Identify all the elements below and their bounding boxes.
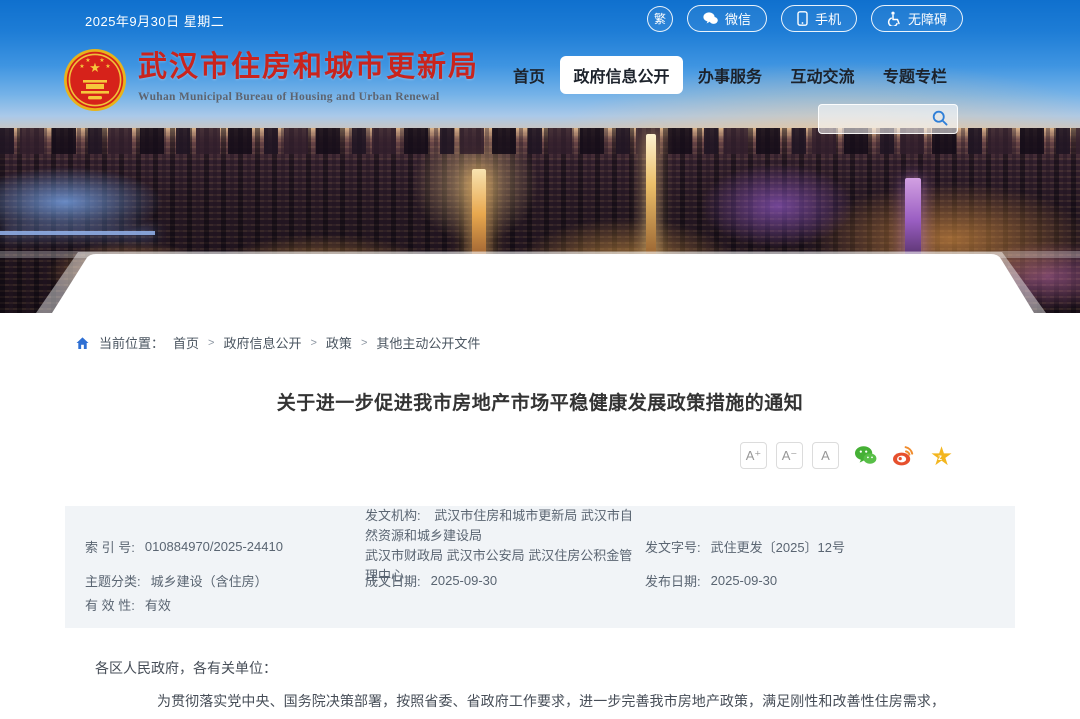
home-icon — [75, 336, 90, 350]
wechat-share-icon[interactable] — [854, 444, 877, 467]
svg-text:★: ★ — [99, 57, 104, 64]
article-page: 当前位置： 首页 > 政府信息公开 > 政策 > 其他主动公开文件 关于进一步促… — [65, 333, 1015, 719]
body-paragraph: 为贯彻落实党中央、国务院决策部署，按照省委、省政府工作要求，进一步完善我市房地产… — [95, 687, 945, 719]
meta-column-1: 索 引 号: 010884970/2025-24410 主题分类: 城乡建设（含… — [85, 524, 365, 616]
body-salutation: 各区人民政府，各有关单位： — [95, 654, 945, 682]
breadcrumb-link-home[interactable]: 首页 — [173, 333, 199, 352]
article-toolbar: A⁺ A⁻ A — [65, 442, 1015, 469]
qzone-z-mark: z — [938, 453, 942, 462]
svg-text:★: ★ — [105, 63, 110, 70]
meta-label: 发文字号: — [645, 537, 701, 556]
breadcrumb-separator: > — [310, 337, 316, 349]
meta-value: 010884970/2025-24410 — [145, 539, 283, 554]
current-date: 2025年9月30日 星期二 — [85, 11, 224, 30]
banner-curve-shape — [0, 251, 1080, 313]
meta-value: 2025-09-30 — [431, 573, 498, 588]
article-body: 各区人民政府，各有关单位： 为贯彻落实党中央、国务院决策部署，按照省委、省政府工… — [65, 654, 1015, 719]
meta-label: 主题分类: — [85, 571, 141, 590]
meta-topic: 主题分类: 城乡建设（含住房） — [85, 568, 365, 592]
svg-text:★: ★ — [79, 63, 84, 70]
font-decrease-button[interactable]: A⁻ — [776, 442, 803, 469]
nav-item-interaction[interactable]: 互动交流 — [777, 56, 867, 94]
meta-value: 2025-09-30 — [711, 573, 778, 588]
meta-date-published: 发布日期: 2025-09-30 — [645, 568, 1015, 592]
qzone-share-icon[interactable]: ★ z — [930, 444, 953, 467]
nav-item-home[interactable]: 首页 — [500, 56, 558, 94]
meta-date-written: 成文日期: 2025-09-30 — [365, 568, 645, 592]
meta-label: 有 效 性: — [85, 595, 135, 614]
skyline-tower — [646, 134, 656, 259]
site-title: 武汉市住房和城市更新局 — [138, 48, 479, 86]
wechat-icon — [703, 12, 718, 25]
wechat-button[interactable]: 微信 — [687, 5, 767, 32]
meta-label: 索 引 号: — [85, 537, 135, 556]
traditional-chinese-button[interactable]: 繁 — [647, 6, 673, 32]
accessibility-button[interactable]: 无障碍 — [871, 5, 963, 32]
document-meta-box: 索 引 号: 010884970/2025-24410 主题分类: 城乡建设（含… — [65, 506, 1015, 628]
mobile-button[interactable]: 手机 — [781, 5, 857, 32]
nav-item-special-topics[interactable]: 专题专栏 — [870, 56, 960, 94]
svg-text:★: ★ — [85, 57, 90, 64]
wechat-label: 微信 — [725, 9, 751, 28]
meta-value: 有效 — [145, 595, 171, 614]
search-input[interactable] — [827, 112, 931, 127]
breadcrumb-link-gov-info[interactable]: 政府信息公开 — [223, 333, 301, 352]
nav-item-gov-info[interactable]: 政府信息公开 — [560, 56, 682, 94]
search-button[interactable] — [931, 109, 949, 130]
breadcrumb-link-other-docs[interactable]: 其他主动公开文件 — [376, 333, 480, 352]
skyline-bridge — [0, 231, 155, 235]
page: 2025年9月30日 星期二 繁 微信 手机 无障碍 — [0, 0, 1080, 719]
site-brand[interactable]: ★ ★ ★ ★ ★ 武汉市住房和城市更新局 Wuhan Municipal Bu… — [63, 48, 479, 117]
font-reset-button[interactable]: A — [812, 442, 839, 469]
meta-issuing-agency: 发文机构: 武汉市住房和城市更新局 武汉市自然资源和城乡建设局 武汉市财政局 武… — [365, 524, 645, 568]
search-box — [818, 104, 958, 134]
search-icon — [931, 109, 949, 130]
national-emblem-logo: ★ ★ ★ ★ ★ — [63, 48, 127, 117]
phone-icon — [797, 11, 808, 26]
article-title: 关于进一步促进我市房地产市场平稳健康发展政策措施的通知 — [65, 388, 1015, 415]
weibo-share-icon[interactable] — [892, 444, 915, 467]
breadcrumb: 当前位置： 首页 > 政府信息公开 > 政策 > 其他主动公开文件 — [65, 333, 1015, 352]
mobile-label: 手机 — [815, 9, 841, 28]
topbar-actions: 繁 微信 手机 无障碍 — [647, 5, 963, 32]
meta-value: 城乡建设（含住房） — [151, 571, 268, 590]
meta-column-2: 发文机构: 武汉市住房和城市更新局 武汉市自然资源和城乡建设局 武汉市财政局 武… — [365, 524, 645, 616]
font-increase-button[interactable]: A⁺ — [740, 442, 767, 469]
meta-column-3: 发文字号: 武住更发〔2025〕12号 发布日期: 2025-09-30 — [645, 524, 1015, 616]
wheelchair-icon — [887, 11, 901, 26]
breadcrumb-prefix: 当前位置： — [99, 333, 164, 352]
breadcrumb-link-policy[interactable]: 政策 — [326, 333, 352, 352]
meta-label: 发布日期: — [645, 571, 701, 590]
site-title-block: 武汉市住房和城市更新局 Wuhan Municipal Bureau of Ho… — [138, 48, 479, 103]
breadcrumb-separator: > — [361, 337, 367, 349]
meta-label: 成文日期: — [365, 571, 421, 590]
site-header-banner: 2025年9月30日 星期二 繁 微信 手机 无障碍 — [0, 0, 1080, 313]
meta-label: 发文机构: — [365, 508, 421, 523]
site-subtitle: Wuhan Municipal Bureau of Housing and Ur… — [138, 91, 479, 103]
meta-index-no: 索 引 号: 010884970/2025-24410 — [85, 524, 365, 568]
meta-value: 武住更发〔2025〕12号 — [711, 537, 845, 556]
main-nav: 首页 政府信息公开 办事服务 互动交流 专题专栏 — [500, 56, 960, 94]
traditional-chinese-label: 繁 — [654, 10, 666, 27]
accessibility-label: 无障碍 — [908, 9, 947, 28]
meta-doc-no: 发文字号: 武住更发〔2025〕12号 — [645, 524, 1015, 568]
meta-validity: 有 效 性: 有效 — [85, 592, 365, 616]
breadcrumb-separator: > — [208, 337, 214, 349]
nav-item-services[interactable]: 办事服务 — [685, 56, 775, 94]
